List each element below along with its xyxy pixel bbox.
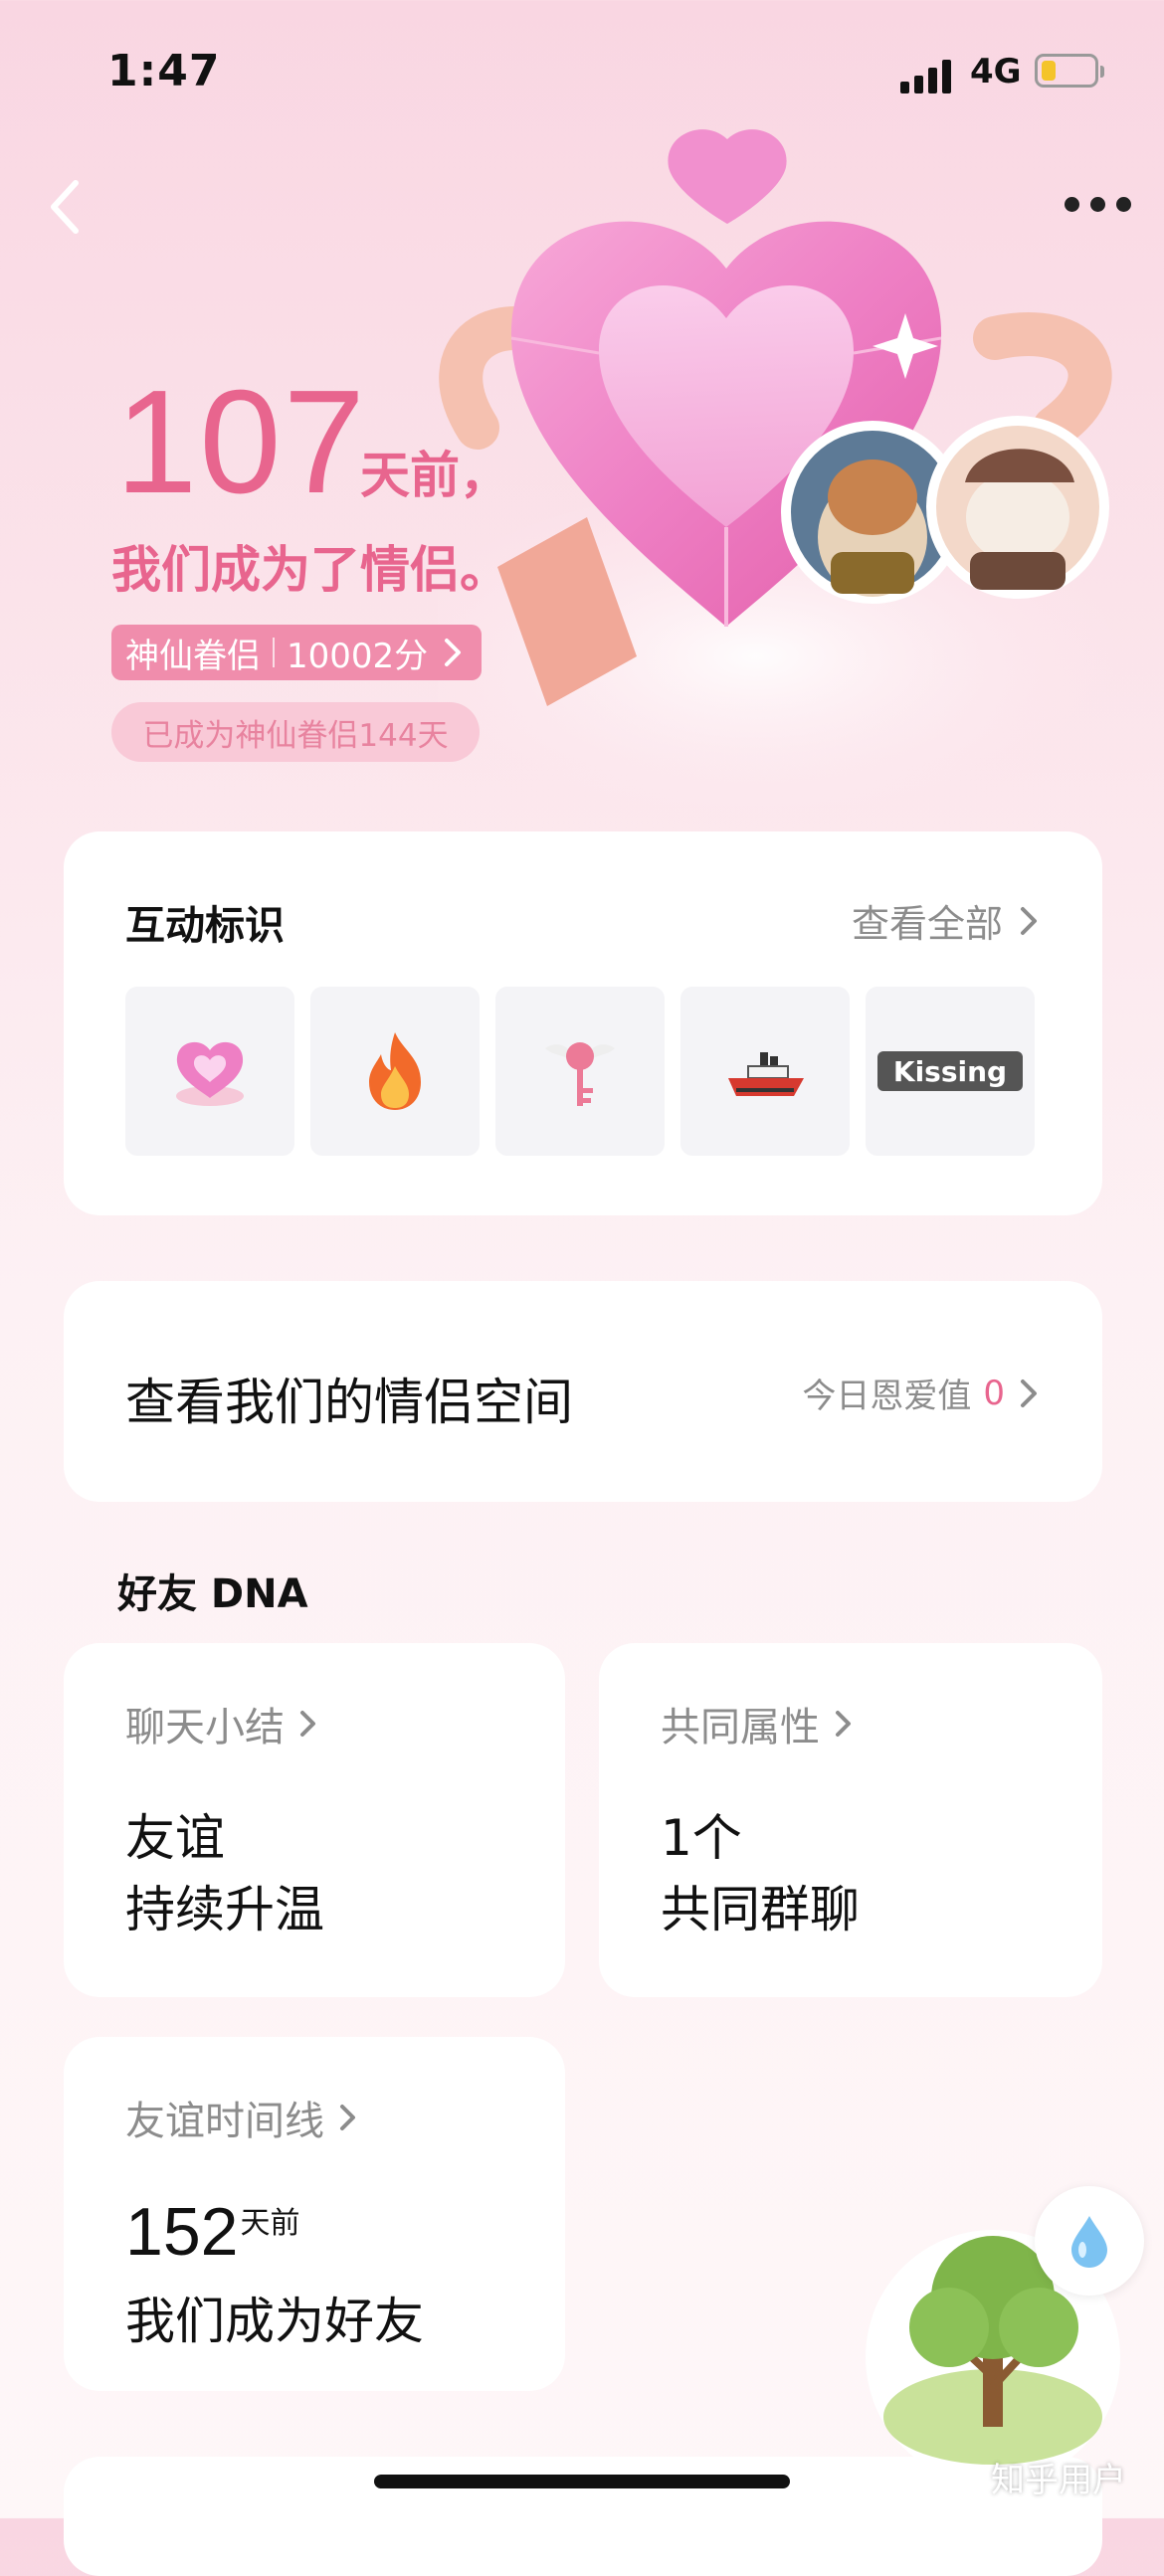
chat-summary-line1: 友谊	[125, 1809, 225, 1867]
love-value-row: 今日恩爱值 0	[802, 1369, 1041, 1417]
network-label: 4G	[970, 52, 1022, 92]
chevron-right-icon	[445, 639, 462, 666]
love-value-label: 今日恩爱值	[802, 1377, 972, 1416]
tag-name: 神仙眷侣	[125, 636, 261, 676]
water-drop-icon	[1071, 2216, 1107, 2268]
battery-icon	[1035, 54, 1104, 88]
timeline-body: 152天前 我们成为好友	[125, 2182, 424, 2363]
home-indicator[interactable]	[374, 2475, 790, 2488]
love-value: 0	[983, 1373, 1005, 1413]
common-attributes-card[interactable]: 共同属性 1个 共同群聊	[599, 1643, 1102, 1997]
heart-gem-icon	[176, 1041, 244, 1106]
chat-summary-title: 聊天小结	[125, 1705, 285, 1750]
chat-summary-body: 友谊 持续升温	[125, 1802, 324, 1945]
watermark-text: 知乎用户	[991, 2461, 1126, 2500]
timeline-days-row: 152天前	[125, 2182, 424, 2280]
kissing-icon: Kissing	[877, 1051, 1023, 1091]
couple-caption: 我们成为了情侣。	[111, 541, 509, 599]
timeline-title: 友谊时间线	[125, 2099, 324, 2144]
common-attributes-line1: 1个	[661, 1809, 742, 1867]
tag-divider	[273, 638, 275, 667]
timeline-caption: 我们成为好友	[125, 2293, 424, 2350]
ship-icon	[728, 1052, 804, 1096]
water-drop-button[interactable]	[1035, 2186, 1144, 2296]
chevron-right-icon	[1021, 906, 1037, 935]
section-title: 互动标识	[125, 903, 285, 949]
avatar-right[interactable]	[926, 416, 1109, 599]
winged-key-icon	[545, 1042, 615, 1106]
chevron-left-icon	[51, 180, 79, 234]
chat-summary-header: 聊天小结	[125, 1695, 318, 1752]
badge-flame[interactable]	[310, 987, 480, 1156]
svg-text:Kissing: Kissing	[893, 1055, 1007, 1088]
dna-section-title: 好友 DNA	[117, 1571, 308, 1617]
badge-heart-gem[interactable]	[125, 987, 294, 1156]
couple-space-label: 查看我们的情侣空间	[125, 1374, 573, 1431]
timeline-days-unit: 天前	[240, 2206, 300, 2241]
chevron-right-icon	[1021, 1379, 1037, 1407]
view-all-link[interactable]: 查看全部	[852, 893, 1041, 948]
tag-score: 10002分	[287, 636, 429, 676]
couple-days-number: 107	[115, 360, 367, 524]
badge-list: Kissing	[125, 987, 1035, 1156]
couple-space-card[interactable]: 查看我们的情侣空间 今日恩爱值 0	[64, 1281, 1102, 1502]
back-button[interactable]	[46, 177, 86, 237]
badge-kissing[interactable]: Kissing	[866, 987, 1035, 1156]
chevron-right-icon	[836, 1711, 851, 1737]
friendship-timeline-card[interactable]: 友谊时间线 152天前 我们成为好友	[64, 2037, 565, 2391]
common-attributes-body: 1个 共同群聊	[661, 1802, 860, 1945]
heart-box-illustration	[438, 129, 1114, 826]
common-attributes-title: 共同属性	[661, 1705, 820, 1750]
flame-icon	[369, 1032, 421, 1110]
badge-ship[interactable]	[680, 987, 850, 1156]
common-attributes-line2: 共同群聊	[661, 1881, 860, 1938]
level-duration-badge: 已成为神仙眷侣144天	[111, 702, 480, 762]
timeline-days-number: 152	[125, 2194, 239, 2270]
chevron-right-icon	[300, 1711, 315, 1737]
common-attributes-header: 共同属性	[661, 1695, 854, 1752]
couple-days-unit: 天前，	[360, 447, 509, 504]
status-time: 1:47	[107, 46, 221, 96]
chat-summary-card[interactable]: 聊天小结 友谊 持续升温	[64, 1643, 565, 1997]
view-all-label: 查看全部	[851, 902, 1003, 946]
timeline-header: 友谊时间线	[125, 2089, 358, 2146]
chat-summary-line2: 持续升温	[125, 1881, 324, 1938]
signal-icon	[900, 58, 956, 93]
couple-level-tag[interactable]: 神仙眷侣 10002分	[111, 625, 483, 680]
badge-winged-key[interactable]	[495, 987, 665, 1156]
interaction-badges-card: 互动标识 查看全部 Kissing	[64, 831, 1102, 1215]
chevron-right-icon	[340, 2105, 355, 2130]
